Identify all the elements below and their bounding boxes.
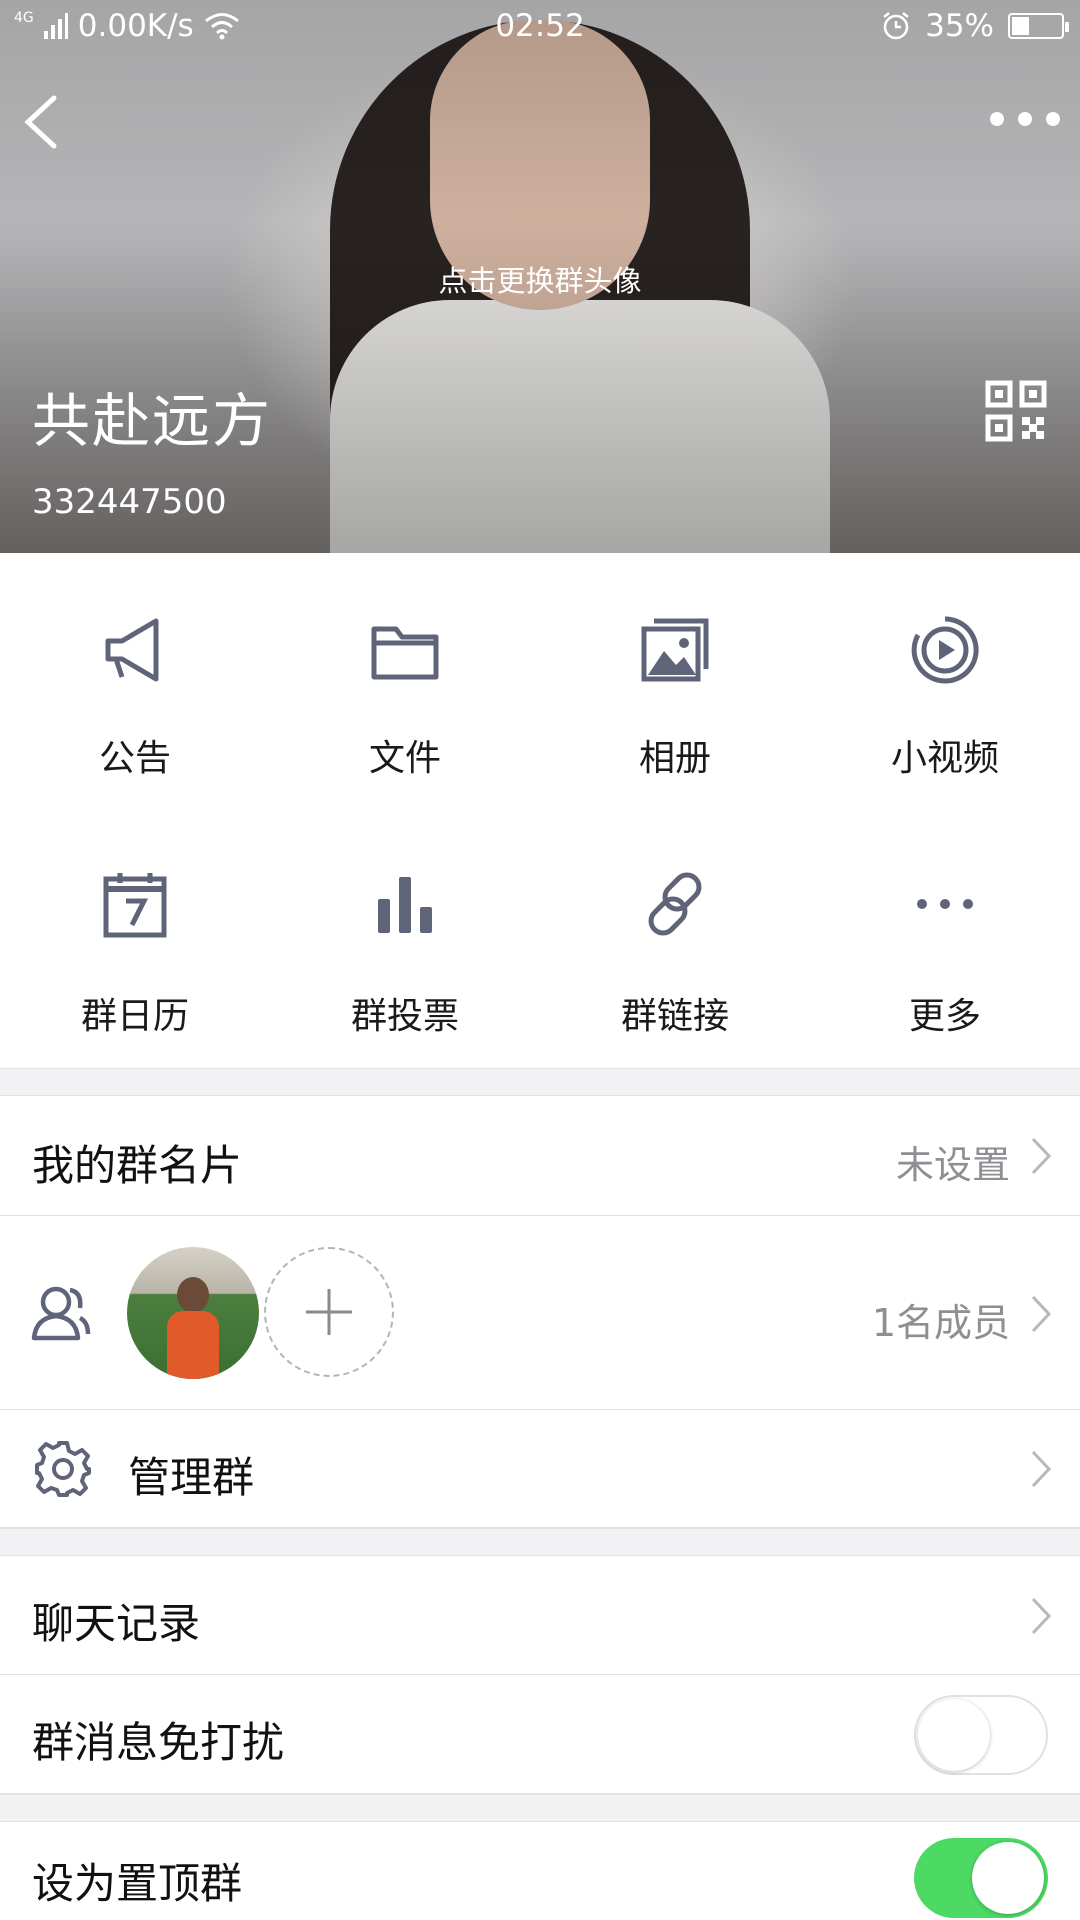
dot-icon xyxy=(990,112,1004,126)
feature-grid: 公告 文件 相册 小视频 群日历 群投票 群链接 更多 xyxy=(0,553,1080,1068)
row-title: 管理群 xyxy=(128,1453,255,1502)
pin-toggle[interactable] xyxy=(914,1838,1048,1918)
battery-icon xyxy=(1008,13,1069,39)
group-avatar-banner[interactable]: 4G 0.00K/s 02:52 35% 点击更换群头像 共赴远方 332447… xyxy=(0,0,1080,553)
pin-group-row: 设为置顶群 xyxy=(0,1822,1080,1920)
more-options-button[interactable] xyxy=(990,98,1060,140)
member-avatar-head xyxy=(177,1277,209,1313)
gear-icon xyxy=(35,1441,91,1497)
section-divider xyxy=(0,1794,1080,1822)
toggle-knob xyxy=(918,1699,990,1771)
feature-more[interactable]: 更多 xyxy=(810,553,1080,1037)
chat-history-row[interactable]: 聊天记录 xyxy=(0,1556,1080,1675)
chevron-right-icon xyxy=(1031,1597,1052,1635)
more-dots-icon xyxy=(917,899,973,909)
group-id: 332447500 xyxy=(32,482,227,522)
feature-label: 更多 xyxy=(908,996,981,1037)
link-icon xyxy=(648,872,702,936)
mute-notifications-row: 群消息免打扰 xyxy=(0,1675,1080,1794)
row-title: 群消息免打扰 xyxy=(32,1718,285,1767)
member-avatar[interactable] xyxy=(127,1247,259,1379)
dot-icon xyxy=(1018,112,1032,126)
feature-label: 群日历 xyxy=(80,996,189,1037)
my-group-card-row[interactable]: 我的群名片 未设置 xyxy=(0,1096,1080,1216)
member-avatar-figure xyxy=(167,1277,219,1379)
bar-chart-icon xyxy=(378,877,432,933)
feature-label: 群投票 xyxy=(350,996,459,1037)
plus-icon xyxy=(306,1289,352,1335)
back-arrow-icon[interactable] xyxy=(18,92,68,152)
status-bar: 4G 0.00K/s 02:52 35% xyxy=(0,0,1080,56)
member-count: 1名成员 xyxy=(871,1301,1010,1345)
group-name: 共赴远方 xyxy=(32,387,273,455)
section-divider xyxy=(0,1068,1080,1096)
row-title: 设为置顶群 xyxy=(32,1859,243,1908)
members-icon xyxy=(31,1286,91,1341)
mute-toggle[interactable] xyxy=(914,1695,1048,1775)
battery-percent: 35% xyxy=(925,8,994,44)
change-avatar-hint[interactable]: 点击更换群头像 xyxy=(0,258,1080,300)
chevron-right-icon xyxy=(1031,1295,1052,1333)
qr-code-icon[interactable] xyxy=(985,380,1047,442)
row-title: 我的群名片 xyxy=(32,1141,243,1190)
feature-label: 群链接 xyxy=(620,996,729,1037)
row-title: 聊天记录 xyxy=(32,1599,201,1648)
section-divider xyxy=(0,1528,1080,1556)
row-value: 未设置 xyxy=(895,1143,1010,1187)
dot-icon xyxy=(1046,112,1060,126)
toggle-knob xyxy=(972,1842,1044,1914)
chevron-right-icon xyxy=(1031,1450,1052,1488)
feature-link[interactable]: 群链接 xyxy=(540,553,810,1037)
feature-calendar[interactable]: 群日历 xyxy=(0,553,270,1037)
alarm-icon xyxy=(883,12,909,40)
member-avatar-body xyxy=(167,1311,219,1379)
feature-vote[interactable]: 群投票 xyxy=(270,553,540,1037)
chevron-right-icon xyxy=(1031,1137,1052,1175)
manage-group-row[interactable]: 管理群 xyxy=(0,1410,1080,1528)
calendar-icon xyxy=(103,873,167,938)
add-member-button[interactable] xyxy=(264,1247,394,1377)
